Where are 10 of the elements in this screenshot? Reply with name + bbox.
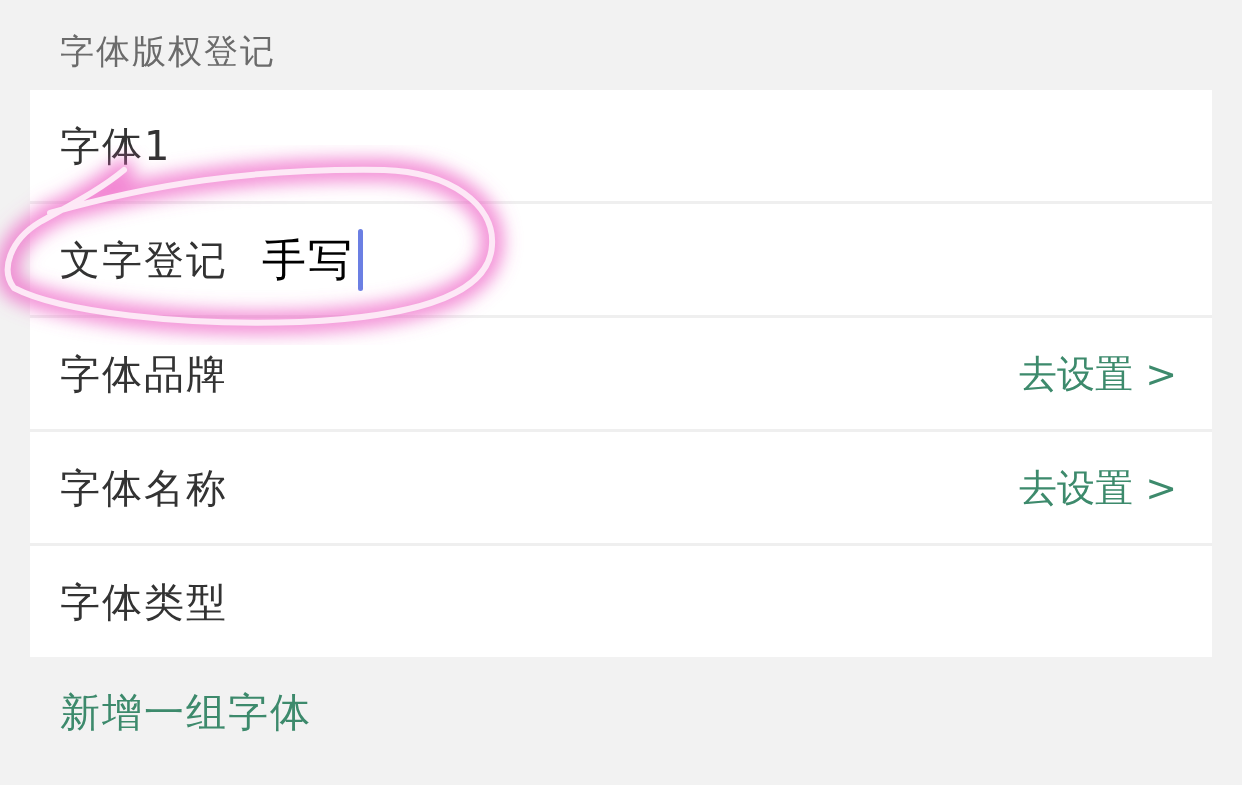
add-font-group-link[interactable]: 新增一组字体 [60, 689, 312, 735]
set-link[interactable]: 去设置 > [1019, 468, 1177, 507]
set-link[interactable]: 去设置 > [1019, 354, 1177, 393]
text-input-field[interactable]: 手写 [262, 224, 1177, 295]
field-label: 字体名称 [60, 467, 228, 508]
section-title: 字体版权登记 [60, 31, 276, 71]
field-label: 字体1 [60, 125, 172, 166]
field-label: 文字登记 [60, 239, 228, 280]
field-label: 字体类型 [60, 581, 228, 622]
field-label: 字体品牌 [60, 353, 228, 394]
